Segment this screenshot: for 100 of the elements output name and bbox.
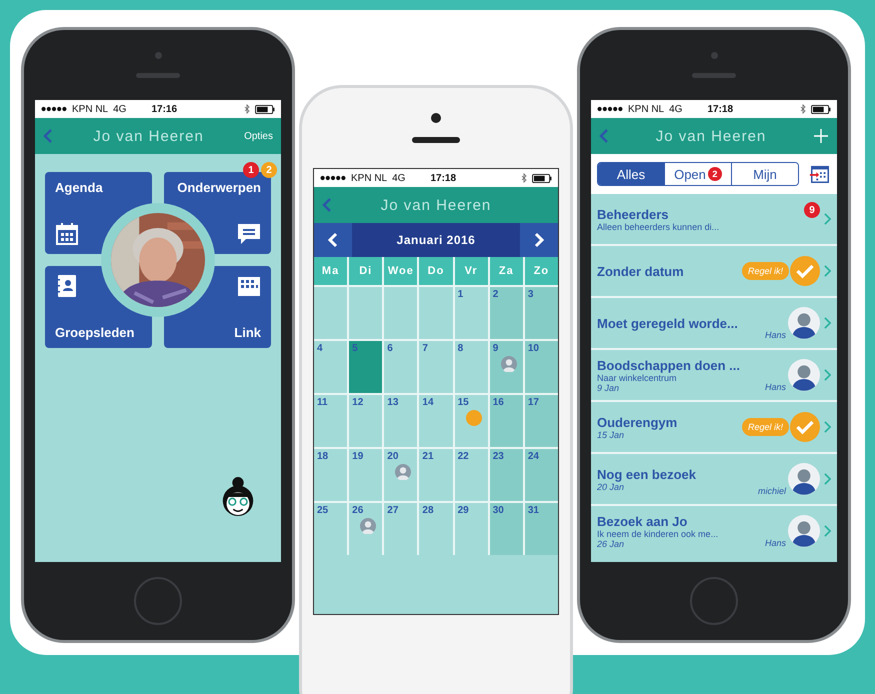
chevron-right-icon: [824, 421, 831, 433]
event-dot: [466, 410, 482, 426]
day-cell[interactable]: 27: [384, 503, 418, 555]
previous-month-button[interactable]: [314, 223, 352, 257]
carrier-label: KPN NL: [628, 104, 664, 114]
back-icon[interactable]: [43, 128, 53, 144]
day-cell[interactable]: 3: [524, 287, 558, 339]
topic-title: Boodschappen doen ...: [597, 358, 742, 372]
status-time: 17:16: [151, 104, 178, 114]
day-cell[interactable]: 7: [419, 341, 453, 393]
chevron-right-icon: [824, 213, 831, 225]
day-cell[interactable]: 31: [524, 503, 558, 555]
day-cell[interactable]: 11: [314, 395, 348, 447]
day-cell[interactable]: 23: [490, 449, 523, 501]
person-name: michiel: [758, 486, 786, 496]
network-label: 4G: [392, 172, 406, 184]
weekday-header: Woe: [384, 257, 418, 285]
topic-row[interactable]: Zonder datum Regel ik!: [591, 246, 837, 296]
avatar-icon: [788, 515, 820, 547]
topic-row[interactable]: Ouderengym 15 Jan Regel ik!: [591, 402, 837, 452]
home-button[interactable]: [134, 577, 182, 625]
day-cell[interactable]: 1: [454, 287, 488, 339]
topic-row[interactable]: Moet geregeld worde... Hans: [591, 298, 837, 348]
checkmark-icon[interactable]: [790, 412, 820, 442]
day-cell[interactable]: 13: [384, 395, 418, 447]
day-cell[interactable]: 21: [419, 449, 453, 501]
weekday-header: Zo: [524, 257, 558, 285]
topic-title: Nog een bezoek: [597, 466, 697, 482]
day-cell[interactable]: 19: [349, 449, 382, 501]
day-cell[interactable]: 12: [349, 395, 382, 447]
topic-row[interactable]: Bezoek aan Jo Ik neem de kinderen ook me... 26 Jan Hans: [591, 506, 837, 556]
count-badge: 2: [708, 167, 722, 181]
day-cell[interactable]: 30: [490, 503, 523, 555]
day-cell[interactable]: 29: [454, 503, 488, 555]
carrier-label: KPN NL: [351, 172, 388, 184]
count-badge: 1: [243, 162, 259, 178]
status-time: 17:18: [430, 172, 458, 184]
add-icon[interactable]: [813, 128, 829, 144]
signal-icon: [320, 175, 346, 181]
camera-icon: [154, 52, 162, 59]
calendar-icon[interactable]: [809, 163, 831, 185]
day-cell[interactable]: 2: [490, 287, 523, 339]
day-cell[interactable]: 4: [314, 341, 348, 393]
day-cell[interactable]: 8: [454, 341, 488, 393]
day-cell[interactable]: 17: [524, 395, 558, 447]
contacts-icon: [55, 274, 79, 298]
home-button[interactable]: [690, 577, 738, 625]
day-cell[interactable]: 25: [314, 503, 348, 555]
day-cell[interactable]: 10: [524, 341, 558, 393]
day-cell[interactable]: 18: [314, 449, 348, 501]
day-cell[interactable]: 15: [454, 395, 488, 447]
header-title: Jo van Heeren: [92, 128, 205, 144]
day-cell[interactable]: 16: [490, 395, 523, 447]
topic-row[interactable]: Beheerders Alleen beheerders kunnen di... 9: [591, 194, 837, 244]
chevron-right-icon: [824, 317, 831, 329]
next-month-button[interactable]: [520, 223, 558, 257]
topic-title: Beheerders: [597, 206, 670, 222]
day-cell[interactable]: 24: [524, 449, 558, 501]
topic-row[interactable]: Boodschappen doen ... Naar winkelcentrum 9 Jan Hans: [591, 350, 837, 400]
building-icon: [237, 274, 261, 298]
topic-title: Bezoek aan Jo: [597, 514, 688, 528]
earpiece-icon: [412, 137, 460, 143]
avatar-icon: [788, 359, 820, 391]
avatar-icon: [788, 307, 820, 339]
day-cell[interactable]: 26: [349, 503, 382, 555]
back-icon[interactable]: [599, 128, 609, 144]
day-cell[interactable]: 6: [384, 341, 418, 393]
weekday-header: Vr: [454, 257, 488, 285]
day-cell[interactable]: 22: [454, 449, 488, 501]
battery-icon: [811, 104, 831, 114]
topic-title: Ouderengym: [597, 414, 678, 430]
battery-icon: [532, 174, 552, 182]
avatar-icon: [360, 518, 376, 534]
bluetooth-icon: [521, 173, 527, 183]
avatar-icon: [500, 356, 517, 372]
day-cell[interactable]: 28: [419, 503, 453, 555]
day-cell[interactable]: 20: [384, 449, 418, 501]
checkmark-icon[interactable]: [790, 256, 820, 286]
day-cell[interactable]: 14: [419, 395, 453, 447]
topic-date: 15 Jan: [597, 430, 624, 440]
earpiece-icon: [136, 73, 180, 78]
camera-icon: [431, 113, 441, 123]
chevron-right-icon: [534, 232, 544, 248]
chevron-right-icon: [824, 369, 831, 381]
filter-tab[interactable]: Mijn: [731, 163, 798, 185]
signal-icon: [41, 106, 67, 112]
network-label: 4G: [113, 104, 126, 114]
header-title: Jo van Heeren: [654, 128, 768, 144]
weekday-header: Do: [419, 257, 453, 285]
filter-tab[interactable]: Alles: [598, 163, 664, 185]
battery-icon: [255, 104, 275, 114]
count-badge: 9: [804, 202, 820, 218]
bluetooth-icon: [800, 104, 806, 114]
topic-row[interactable]: Nog een bezoek 20 Jan michiel: [591, 454, 837, 504]
back-icon[interactable]: [322, 197, 332, 213]
day-cell[interactable]: 9: [490, 341, 523, 393]
topic-subtitle: Naar winkelcentrum: [597, 372, 677, 382]
options-button[interactable]: Opties: [244, 130, 273, 142]
weekday-header: Ma: [314, 257, 348, 285]
topic-subtitle: Ik neem de kinderen ook me...: [597, 528, 720, 538]
